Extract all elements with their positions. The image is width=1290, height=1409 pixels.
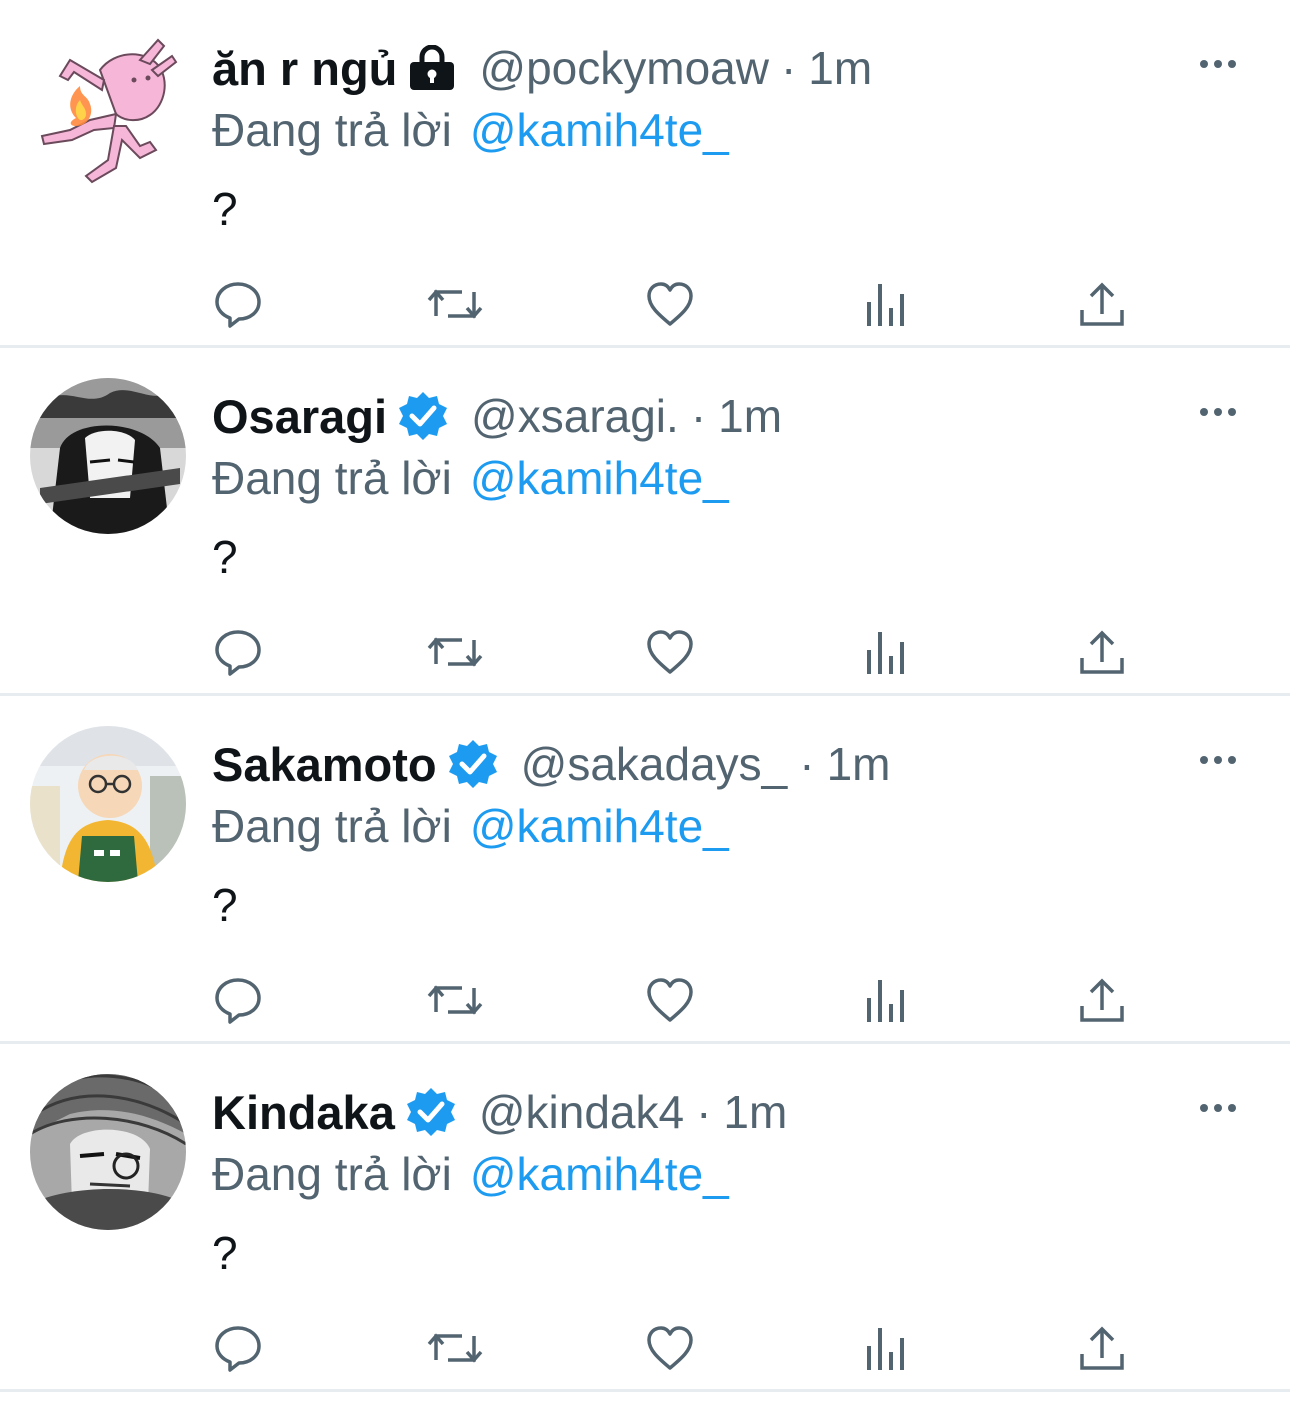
like-icon[interactable] <box>644 974 696 1026</box>
handle[interactable]: @sakadays_ <box>521 737 788 791</box>
reply-icon[interactable] <box>212 974 264 1026</box>
replying-to-label: Đang trả lời <box>212 452 452 504</box>
tweet-text: ? <box>212 183 238 235</box>
tweet[interactable]: ăn r ngủ @pockymoaw · 1m Đang trả lời @k… <box>0 0 1290 348</box>
replying-to-link[interactable]: @kamih4te_ <box>470 799 729 853</box>
verified-icon <box>405 1086 457 1138</box>
like-icon[interactable] <box>644 278 696 330</box>
tweet-header: Osaragi @xsaragi. · 1m <box>212 384 782 448</box>
timestamp[interactable]: 1m <box>827 737 891 791</box>
replying-to: Đang trả lời @kamih4te_ <box>212 796 729 856</box>
display-name[interactable]: ăn r ngủ <box>212 41 397 96</box>
action-bar <box>0 626 1290 678</box>
replying-to-link[interactable]: @kamih4te_ <box>470 103 729 157</box>
timestamp[interactable]: 1m <box>718 389 782 443</box>
views-icon[interactable] <box>862 1322 914 1374</box>
lock-icon <box>407 45 457 91</box>
replying-to-link[interactable]: @kamih4te_ <box>470 1147 729 1201</box>
share-icon[interactable] <box>1076 974 1128 1026</box>
retweet-icon[interactable] <box>426 278 484 330</box>
views-icon[interactable] <box>862 278 914 330</box>
replying-to-label: Đang trả lời <box>212 104 452 156</box>
avatar[interactable] <box>30 30 186 186</box>
tweet-text: ? <box>212 531 238 583</box>
verified-icon <box>397 390 449 442</box>
separator: · <box>696 1086 712 1138</box>
separator: · <box>799 738 815 790</box>
action-bar <box>0 974 1290 1026</box>
timestamp[interactable]: 1m <box>808 41 872 95</box>
separator: · <box>780 42 797 94</box>
action-bar <box>0 278 1290 330</box>
handle[interactable]: @xsaragi. <box>471 389 679 443</box>
share-icon[interactable] <box>1076 626 1128 678</box>
tweet[interactable]: Sakamoto @sakadays_ · 1m Đang trả lời @k… <box>0 696 1290 1044</box>
tweet-header: Sakamoto @sakadays_ · 1m <box>212 732 891 796</box>
verified-icon <box>447 738 499 790</box>
more-options-icon[interactable] <box>1198 1096 1238 1120</box>
retweet-icon[interactable] <box>426 626 484 678</box>
share-icon[interactable] <box>1076 278 1128 330</box>
retweet-icon[interactable] <box>426 974 484 1026</box>
reply-icon[interactable] <box>212 626 264 678</box>
display-name[interactable]: Kindaka <box>212 1085 395 1140</box>
retweet-icon[interactable] <box>426 1322 484 1374</box>
views-icon[interactable] <box>862 626 914 678</box>
tweet-header: Kindaka @kindak4 · 1m <box>212 1080 787 1144</box>
action-bar <box>0 1322 1290 1374</box>
like-icon[interactable] <box>644 1322 696 1374</box>
replying-to-label: Đang trả lời <box>212 800 452 852</box>
tweet-text: ? <box>212 1227 238 1279</box>
timestamp[interactable]: 1m <box>723 1085 787 1139</box>
avatar[interactable] <box>30 1074 186 1230</box>
more-options-icon[interactable] <box>1198 52 1238 76</box>
tweet[interactable]: Kindaka @kindak4 · 1m Đang trả lời @kami… <box>0 1044 1290 1392</box>
views-icon[interactable] <box>862 974 914 1026</box>
more-options-icon[interactable] <box>1198 748 1238 772</box>
more-options-icon[interactable] <box>1198 400 1238 424</box>
avatar[interactable] <box>30 726 186 882</box>
reply-icon[interactable] <box>212 1322 264 1374</box>
handle[interactable]: @kindak4 <box>479 1085 684 1139</box>
replying-to-link[interactable]: @kamih4te_ <box>470 451 729 505</box>
tweet-header: ăn r ngủ @pockymoaw · 1m <box>212 36 872 100</box>
display-name[interactable]: Osaragi <box>212 389 387 444</box>
handle[interactable]: @pockymoaw <box>479 41 769 95</box>
replying-to-label: Đang trả lời <box>212 1148 452 1200</box>
reply-icon[interactable] <box>212 278 264 330</box>
replying-to: Đang trả lời @kamih4te_ <box>212 448 729 508</box>
separator: · <box>690 390 707 442</box>
avatar[interactable] <box>30 378 186 534</box>
like-icon[interactable] <box>644 626 696 678</box>
tweet-text: ? <box>212 879 238 931</box>
replying-to: Đang trả lời @kamih4te_ <box>212 100 729 160</box>
tweet[interactable]: Osaragi @xsaragi. · 1m Đang trả lời @kam… <box>0 348 1290 696</box>
display-name[interactable]: Sakamoto <box>212 737 437 792</box>
timeline: ăn r ngủ @pockymoaw · 1m Đang trả lời @k… <box>0 0 1290 1392</box>
replying-to: Đang trả lời @kamih4te_ <box>212 1144 729 1204</box>
share-icon[interactable] <box>1076 1322 1128 1374</box>
